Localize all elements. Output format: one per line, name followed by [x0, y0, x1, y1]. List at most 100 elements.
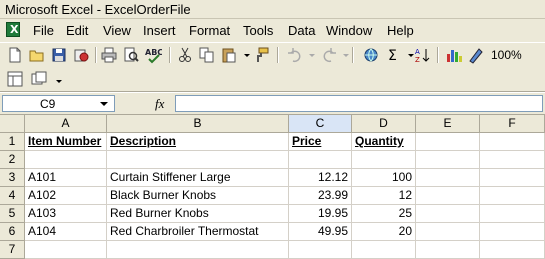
chart-wizard-icon[interactable]	[445, 46, 463, 64]
zoom-box[interactable]: 100%	[491, 48, 522, 62]
row-header[interactable]: 3	[0, 169, 25, 187]
cell-b7[interactable]	[107, 241, 289, 259]
cell-a3[interactable]: A101	[25, 169, 107, 187]
cell-a6[interactable]: A104	[25, 223, 107, 241]
row-header[interactable]: 1	[0, 133, 25, 151]
column-header-f[interactable]: F	[480, 115, 545, 133]
save-icon[interactable]	[50, 46, 68, 64]
cell-b3[interactable]: Curtain Stiffener Large	[107, 169, 289, 187]
secondary-toolbar	[0, 66, 545, 92]
cell-e7[interactable]	[416, 241, 480, 259]
row-header[interactable]: 6	[0, 223, 25, 241]
name-box-value: C9	[40, 97, 56, 111]
cell-e1[interactable]	[416, 133, 480, 151]
copy-icon[interactable]	[198, 46, 216, 64]
select-all-corner[interactable]	[0, 115, 25, 133]
cell-e6[interactable]	[416, 223, 480, 241]
menu-tools[interactable]: Tools	[243, 23, 273, 38]
permission-icon[interactable]	[72, 46, 90, 64]
menu-insert[interactable]: Insert	[143, 23, 176, 38]
menu-data[interactable]: Data	[288, 23, 315, 38]
cell-f1[interactable]	[480, 133, 545, 151]
row-header[interactable]: 2	[0, 151, 25, 169]
cell-c4[interactable]: 23.99	[289, 187, 352, 205]
cell-a5[interactable]: A103	[25, 205, 107, 223]
cell-d5[interactable]: 25	[352, 205, 416, 223]
open-icon[interactable]	[28, 46, 46, 64]
new-icon[interactable]	[6, 46, 24, 64]
row-header[interactable]: 4	[0, 187, 25, 205]
format-painter-icon[interactable]	[252, 46, 270, 64]
menu-file[interactable]: File	[33, 23, 54, 38]
cell-f4[interactable]	[480, 187, 545, 205]
undo-dropdown-icon[interactable]	[303, 46, 315, 64]
column-header-a[interactable]: A	[25, 115, 107, 133]
name-box[interactable]: C9	[2, 95, 115, 112]
column-header-b[interactable]: B	[107, 115, 289, 133]
redo-icon[interactable]	[320, 46, 338, 64]
sort-ascending-icon[interactable]: AZ	[414, 46, 432, 64]
cell-f2[interactable]	[480, 151, 545, 169]
cell-b5[interactable]: Red Burner Knobs	[107, 205, 289, 223]
menu-edit[interactable]: Edit	[66, 23, 88, 38]
cell-c2[interactable]	[289, 151, 352, 169]
cell-c1[interactable]: Price	[289, 133, 352, 151]
undo-icon[interactable]	[286, 46, 304, 64]
cell-a2[interactable]	[25, 151, 107, 169]
menu-format[interactable]: Format	[189, 23, 230, 38]
cell-b2[interactable]	[107, 151, 289, 169]
row-header[interactable]: 7	[0, 241, 25, 259]
cell-c7[interactable]	[289, 241, 352, 259]
cell-c5[interactable]: 19.95	[289, 205, 352, 223]
cell-b1[interactable]: Description	[107, 133, 289, 151]
menu-view[interactable]: View	[103, 23, 131, 38]
autosum-icon[interactable]: Σ	[384, 46, 402, 64]
paste-dropdown-icon[interactable]	[238, 46, 250, 64]
cell-c3[interactable]: 12.12	[289, 169, 352, 187]
paste-icon[interactable]	[220, 46, 238, 64]
cell-f7[interactable]	[480, 241, 545, 259]
cell-d2[interactable]	[352, 151, 416, 169]
cell-f3[interactable]	[480, 169, 545, 187]
excel-app-icon[interactable]	[6, 22, 20, 37]
print-preview-icon[interactable]	[122, 46, 140, 64]
cell-a7[interactable]	[25, 241, 107, 259]
cell-c6[interactable]: 49.95	[289, 223, 352, 241]
cell-d3[interactable]: 100	[352, 169, 416, 187]
redo-dropdown-icon[interactable]	[337, 46, 349, 64]
cut-icon[interactable]	[176, 46, 194, 64]
cell-e5[interactable]	[416, 205, 480, 223]
column-header-c[interactable]: C	[289, 115, 352, 133]
cell-d1[interactable]: Quantity	[352, 133, 416, 151]
toolbar-options-icon[interactable]	[50, 70, 62, 88]
hyperlink-icon[interactable]	[362, 46, 380, 64]
column-header-d[interactable]: D	[352, 115, 416, 133]
cell-e3[interactable]	[416, 169, 480, 187]
cell-d4[interactable]: 12	[352, 187, 416, 205]
autosum-dropdown-icon[interactable]	[402, 46, 414, 64]
print-icon[interactable]	[100, 46, 118, 64]
chevron-down-icon[interactable]	[100, 102, 108, 106]
cell-a4[interactable]: A102	[25, 187, 107, 205]
drawing-icon[interactable]	[467, 46, 485, 64]
window-layout-icon[interactable]	[30, 70, 48, 88]
formula-input[interactable]	[175, 95, 543, 112]
menu-window[interactable]: Window	[326, 23, 372, 38]
fx-icon[interactable]: fx	[155, 96, 164, 112]
spelling-icon[interactable]: ABC	[144, 46, 162, 64]
cell-e4[interactable]	[416, 187, 480, 205]
cell-d6[interactable]: 20	[352, 223, 416, 241]
cell-d7[interactable]	[352, 241, 416, 259]
cell-e2[interactable]	[416, 151, 480, 169]
form-icon[interactable]	[6, 70, 24, 88]
cell-a1[interactable]: Item Number	[25, 133, 107, 151]
menu-help[interactable]: Help	[387, 23, 414, 38]
cell-f5[interactable]	[480, 205, 545, 223]
menu-bar: File Edit View Insert Format Tools Data …	[0, 19, 545, 42]
cell-f6[interactable]	[480, 223, 545, 241]
cell-b4[interactable]: Black Burner Knobs	[107, 187, 289, 205]
worksheet-grid: A B C D E F 1 Item Number Description Price…	[0, 115, 545, 259]
column-header-e[interactable]: E	[416, 115, 480, 133]
row-header[interactable]: 5	[0, 205, 25, 223]
cell-b6[interactable]: Red Charbroiler Thermostat	[107, 223, 289, 241]
